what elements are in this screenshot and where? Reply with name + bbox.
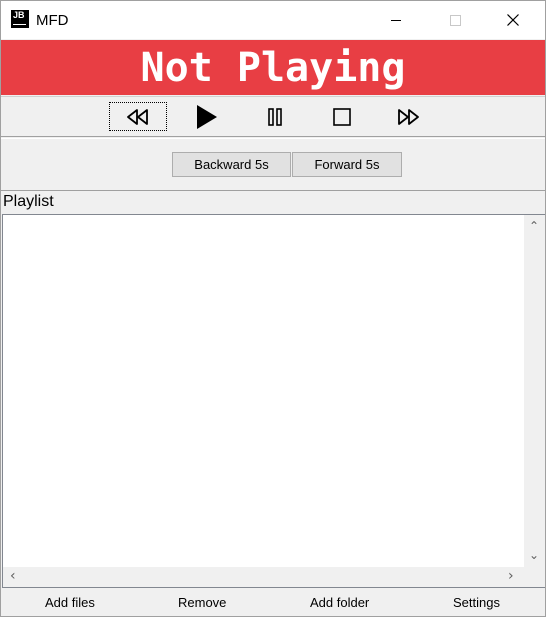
stop-icon <box>333 107 351 126</box>
window-title: MFD <box>36 12 69 29</box>
scroll-down-icon[interactable]: ⌄ <box>529 549 539 561</box>
seek-controls: Backward 5s Forward 5s <box>1 138 545 191</box>
close-button[interactable] <box>490 1 536 39</box>
scroll-left-icon[interactable]: ‹ <box>10 569 16 583</box>
close-icon <box>507 14 519 26</box>
app-logo-icon: JB <box>11 10 29 28</box>
forward-5s-button[interactable]: Forward 5s <box>292 152 402 177</box>
fast-forward-button[interactable] <box>379 102 437 131</box>
add-folder-button[interactable]: Add folder <box>310 595 369 610</box>
maximize-icon <box>449 14 461 26</box>
title-bar[interactable]: JB MFD <box>1 1 545 39</box>
pause-icon <box>268 107 282 126</box>
horizontal-scrollbar[interactable]: ‹ › <box>3 567 524 587</box>
transport-controls <box>1 96 545 137</box>
minimize-button[interactable] <box>373 1 419 39</box>
scrollbar-corner <box>524 567 545 587</box>
rewind-button[interactable] <box>109 102 167 131</box>
pause-button[interactable] <box>246 102 304 131</box>
minimize-icon <box>391 19 401 21</box>
maximize-button[interactable] <box>432 1 478 39</box>
app-window: JB MFD Not Playing Backward 5s Forward 5… <box>0 0 546 617</box>
bottom-toolbar: Add files Remove Add folder Settings <box>1 590 545 616</box>
rewind-icon <box>127 108 148 125</box>
settings-button[interactable]: Settings <box>453 595 500 610</box>
play-button[interactable] <box>178 102 236 131</box>
play-icon <box>197 104 217 129</box>
backward-5s-button[interactable]: Backward 5s <box>172 152 291 177</box>
scroll-right-icon[interactable]: › <box>508 569 514 583</box>
vertical-scrollbar[interactable]: ⌃ ⌄ <box>524 215 545 567</box>
fast-forward-icon <box>398 108 419 125</box>
scroll-up-icon[interactable]: ⌃ <box>529 220 539 232</box>
remove-button[interactable]: Remove <box>178 595 226 610</box>
playlist-label: Playlist <box>3 193 54 210</box>
playback-status: Not Playing <box>1 40 545 95</box>
add-files-button[interactable]: Add files <box>45 595 95 610</box>
stop-button[interactable] <box>313 102 371 131</box>
playlist-list[interactable]: ⌃ ⌄ ‹ › <box>2 214 545 588</box>
